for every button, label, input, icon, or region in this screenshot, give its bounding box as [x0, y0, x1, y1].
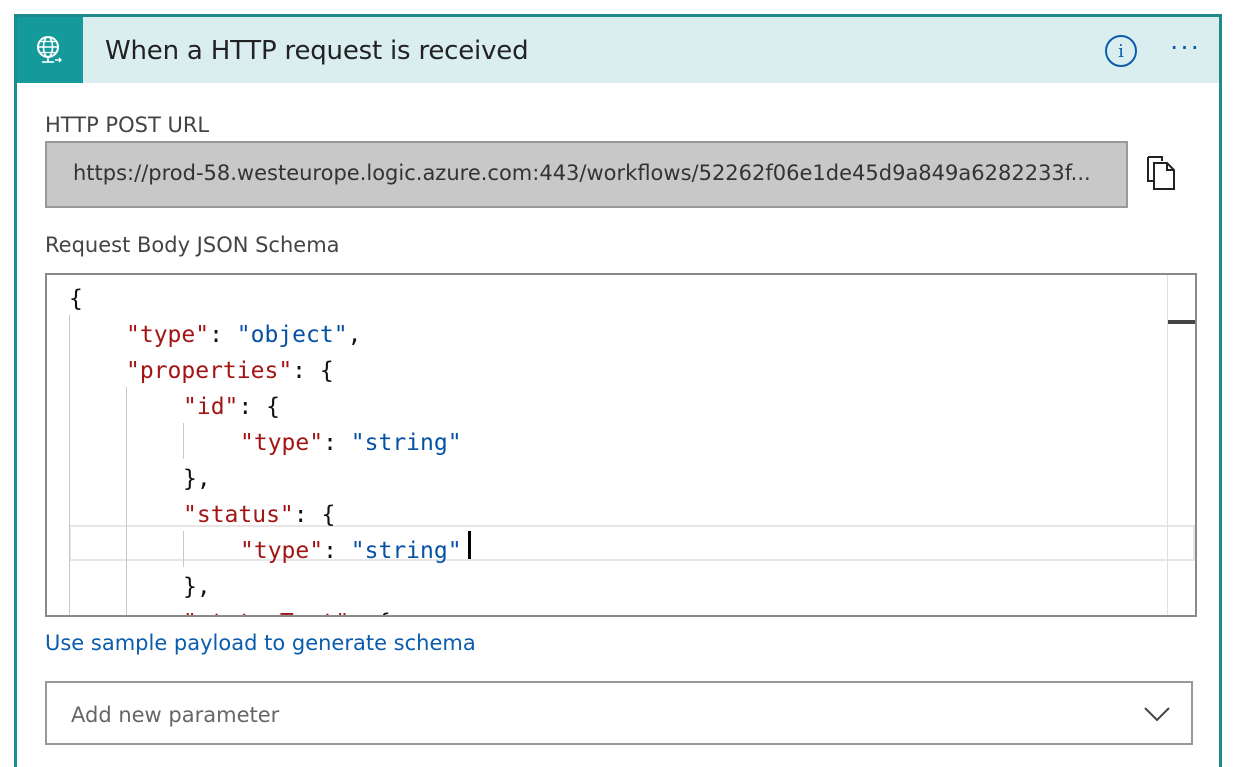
json-punctuation: }, — [183, 574, 211, 600]
card-header[interactable]: When a HTTP request is received i ··· — [17, 17, 1219, 83]
json-punctuation: : — [323, 430, 351, 456]
url-label: HTTP POST URL — [45, 113, 210, 137]
chevron-down-icon — [1144, 707, 1170, 722]
code-line: "statusText": { — [47, 605, 1167, 615]
code-line: "id": { — [47, 389, 1167, 425]
more-options-icon[interactable]: ··· — [1167, 32, 1203, 67]
code-content: {"type": "object", "properties": {"id": {… — [47, 281, 1167, 615]
json-punctuation: : { — [292, 358, 334, 384]
schema-label: Request Body JSON Schema — [45, 233, 340, 257]
card-title: When a HTTP request is received — [105, 36, 529, 66]
json-key: "type" — [126, 322, 210, 348]
json-punctuation: , — [347, 322, 362, 348]
info-icon[interactable]: i — [1105, 35, 1137, 67]
sample-payload-link[interactable]: Use sample payload to generate schema — [45, 631, 476, 655]
trigger-card: When a HTTP request is received i ··· HT… — [14, 14, 1222, 767]
globe-request-icon — [17, 17, 83, 83]
code-line: "type": "string" — [47, 533, 1167, 569]
json-punctuation: : — [209, 322, 237, 348]
json-punctuation: { — [69, 286, 83, 312]
json-key: "id" — [183, 394, 239, 420]
add-parameter-dropdown[interactable]: Add new parameter — [45, 681, 1193, 745]
json-key: "type" — [240, 430, 324, 456]
json-string: "object" — [236, 322, 348, 348]
json-punctuation: : { — [238, 394, 280, 420]
code-line: }, — [47, 461, 1167, 497]
scrollbar-thumb[interactable] — [1168, 320, 1195, 324]
add-parameter-placeholder: Add new parameter — [71, 703, 280, 727]
editor-scrollbar[interactable] — [1167, 275, 1168, 615]
json-string: "string" — [350, 538, 462, 564]
json-key: "status" — [183, 502, 294, 528]
code-line: "status": { — [47, 497, 1167, 533]
text-caret — [468, 531, 471, 559]
code-line: "properties": { — [47, 353, 1167, 389]
json-punctuation: : { — [349, 610, 391, 615]
json-key: "properties" — [126, 358, 293, 384]
code-line: }, — [47, 569, 1167, 605]
json-punctuation: : { — [293, 502, 336, 528]
code-line: { — [47, 281, 1167, 317]
json-schema-editor[interactable]: {"type": "object", "properties": {"id": {… — [45, 273, 1197, 617]
json-punctuation: : — [323, 538, 351, 564]
code-line: "type": "string" — [47, 425, 1167, 461]
json-string: "string" — [350, 430, 462, 456]
code-line: "type": "object", — [47, 317, 1167, 353]
http-post-url-field[interactable]: https://prod-58.westeurope.logic.azure.c… — [45, 141, 1128, 208]
copy-icon[interactable] — [1143, 153, 1179, 193]
json-punctuation: }, — [183, 466, 211, 492]
json-key: "statusText" — [183, 610, 349, 615]
json-key: "type" — [240, 538, 324, 564]
